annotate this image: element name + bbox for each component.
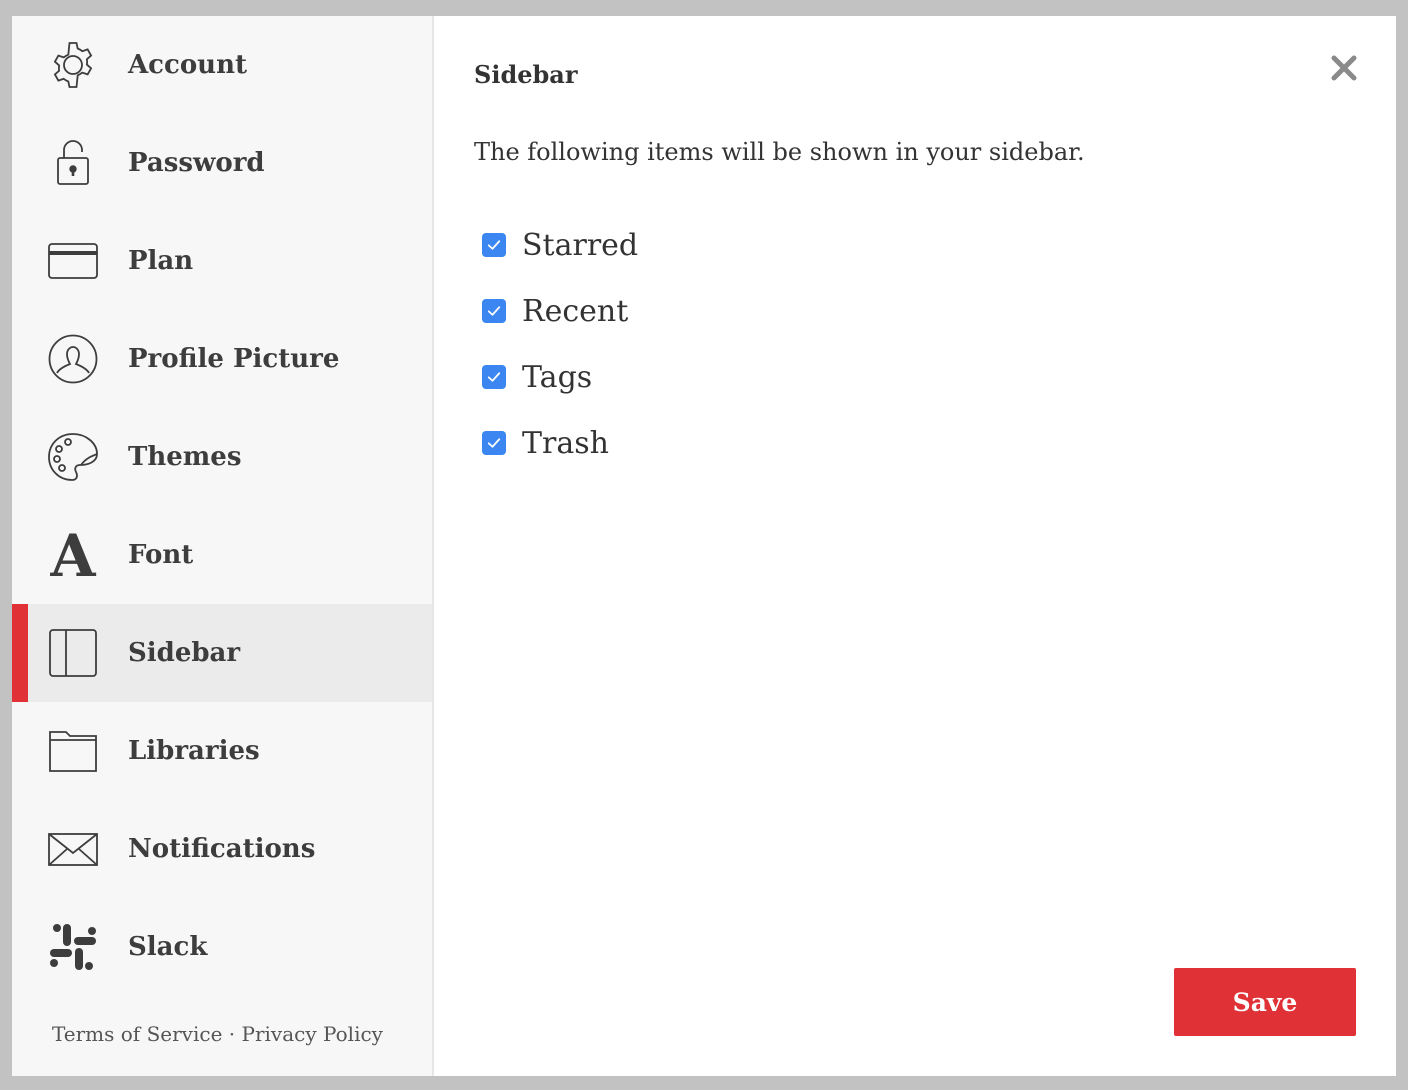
nav-label: Libraries (128, 736, 260, 766)
checkmark-icon (487, 438, 501, 448)
nav-item-account[interactable]: Account (12, 16, 432, 114)
nav-label: Plan (128, 246, 194, 276)
option-label: Trash (522, 425, 609, 461)
checkmark-icon (487, 372, 501, 382)
option-starred[interactable]: Starred (482, 212, 638, 278)
checkmark-icon (487, 306, 501, 316)
nav-item-libraries[interactable]: Libraries (12, 702, 432, 800)
nav-footer: Terms of Service · Privacy Policy (52, 1022, 383, 1046)
nav-item-themes[interactable]: Themes (12, 408, 432, 506)
nav-item-slack[interactable]: Slack (12, 898, 432, 996)
nav-item-sidebar[interactable]: Sidebar (12, 604, 432, 702)
svg-text:A: A (49, 530, 96, 580)
nav-item-notifications[interactable]: Notifications (12, 800, 432, 898)
option-recent[interactable]: Recent (482, 278, 638, 344)
privacy-policy-link[interactable]: Privacy Policy (241, 1022, 382, 1046)
starred-checkbox[interactable] (482, 233, 506, 257)
nav-label: Account (128, 50, 247, 80)
save-button[interactable]: Save (1174, 968, 1356, 1036)
lock-icon (48, 138, 98, 188)
nav-label: Font (128, 540, 194, 570)
sidebar-icon (48, 628, 98, 678)
page-title: Sidebar (474, 60, 578, 89)
nav-label: Slack (128, 932, 208, 962)
credit-card-icon (48, 236, 98, 286)
nav-item-font[interactable]: A Font (12, 506, 432, 604)
option-label: Tags (522, 359, 593, 395)
settings-content: Sidebar The following items will be show… (434, 16, 1396, 1076)
nav-label: Password (128, 148, 265, 178)
description-text: The following items will be shown in you… (474, 138, 1085, 166)
footer-separator: · (222, 1022, 242, 1046)
terms-of-service-link[interactable]: Terms of Service (52, 1022, 222, 1046)
nav-label: Sidebar (128, 638, 241, 668)
slack-icon (48, 922, 98, 972)
checkmark-icon (487, 240, 501, 250)
tags-checkbox[interactable] (482, 365, 506, 389)
envelope-icon (48, 824, 98, 874)
option-label: Starred (522, 227, 639, 263)
option-label: Recent (522, 293, 629, 329)
settings-modal: Account Password Plan Profile Picture Th… (12, 16, 1396, 1076)
close-icon (1331, 55, 1357, 81)
settings-nav: Account Password Plan Profile Picture Th… (12, 16, 434, 1076)
close-button[interactable] (1328, 52, 1360, 84)
nav-item-plan[interactable]: Plan (12, 212, 432, 310)
font-icon: A (48, 530, 98, 580)
nav-item-password[interactable]: Password (12, 114, 432, 212)
nav-item-profile-picture[interactable]: Profile Picture (12, 310, 432, 408)
sidebar-options-list: Starred Recent Tags Trash (482, 212, 638, 476)
option-tags[interactable]: Tags (482, 344, 638, 410)
nav-label: Notifications (128, 834, 316, 864)
option-trash[interactable]: Trash (482, 410, 638, 476)
user-avatar-icon (48, 334, 98, 384)
trash-checkbox[interactable] (482, 431, 506, 455)
recent-checkbox[interactable] (482, 299, 506, 323)
gear-icon (48, 40, 98, 90)
nav-label: Profile Picture (128, 344, 340, 374)
folder-icon (48, 726, 98, 776)
nav-label: Themes (128, 442, 242, 472)
palette-icon (48, 432, 98, 482)
